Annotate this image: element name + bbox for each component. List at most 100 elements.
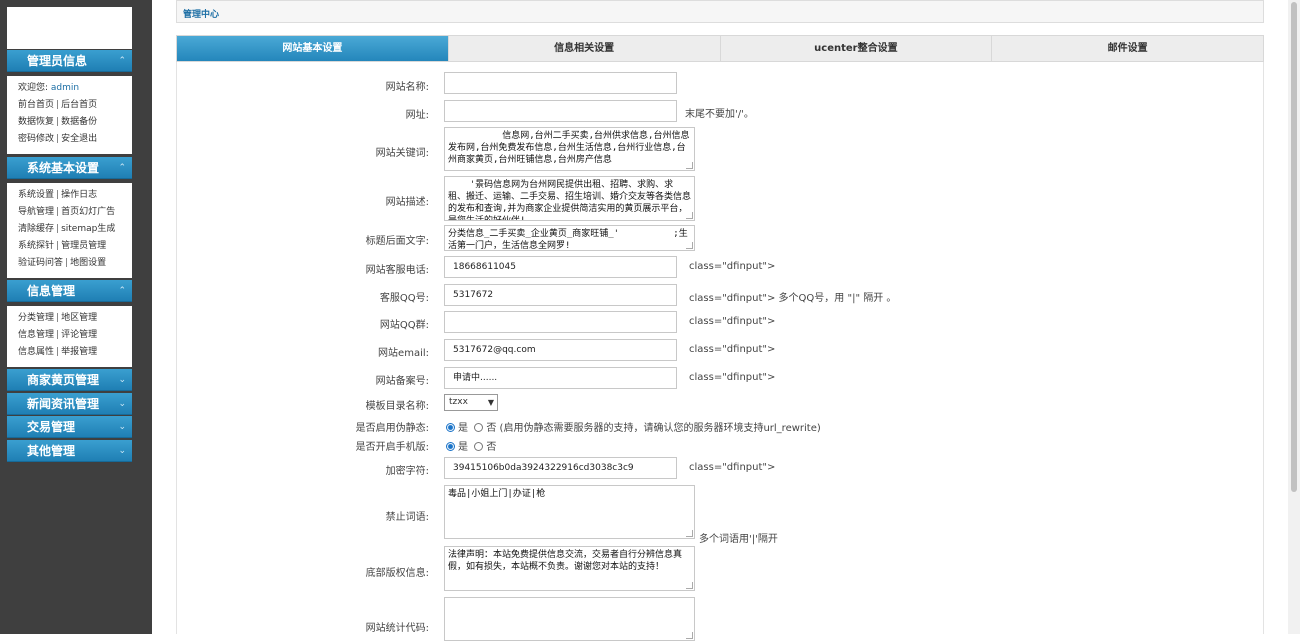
chevron-down-icon: ⌄ xyxy=(118,375,126,385)
sidebar-row: 清除缓存 | sitemap生成 xyxy=(18,221,132,238)
mobile-no-radio[interactable] xyxy=(474,442,484,451)
service-qq-input[interactable]: 5317672 xyxy=(444,284,677,306)
sidebar-link[interactable]: 导航管理 xyxy=(18,207,54,217)
service-qq-hint: class="dfinput"> 多个QQ号，用 "|" 隔开 。 xyxy=(689,293,897,304)
sidebar-link[interactable]: 前台首页 xyxy=(18,100,54,110)
sidebar-link[interactable]: 信息管理 xyxy=(18,330,54,340)
description-textarea[interactable]: '景码信息网为台州网民提供出租、招聘、求购、求租、搬迁、运输、二手交易、招生培训… xyxy=(444,176,695,221)
sidebar-section-body: 系统设置 | 操作日志 导航管理 | 首页幻灯广告 清除缓存 | sitemap生成 系统探针 | 管… xyxy=(7,183,132,278)
encrypt-input[interactable]: 39415106b0da3924322916cd3038c3c9 xyxy=(444,457,677,479)
title-suffix-textarea[interactable]: 分类信息_二手买卖_企业黄页_商家旺铺_' ;生活第一门户，生活信息全网罗! xyxy=(444,225,695,251)
sidebar-link[interactable]: 管理员管理 xyxy=(61,241,106,251)
sidebar-link[interactable]: 分类管理 xyxy=(18,313,54,323)
description-label: 网站描述: xyxy=(385,197,429,208)
icp-input[interactable]: 申请中...... xyxy=(444,367,677,389)
rewrite-label: 是否启用伪静态: xyxy=(355,423,429,434)
tab-ucenter-settings[interactable]: ucenter整合设置 xyxy=(719,36,992,61)
sidebar-link[interactable]: 验证码问答 xyxy=(18,258,63,268)
encrypt-label: 加密字符: xyxy=(385,466,429,477)
keywords-textarea[interactable]: 信息网,台州二手买卖,台州供求信息,台州信息发布网,台州免费发布信息,台州生活信… xyxy=(444,127,695,171)
tab-basic-settings[interactable]: 网站基本设置 xyxy=(177,36,448,61)
site-url-label: 网址: xyxy=(405,110,429,121)
link-separator: | xyxy=(56,117,60,127)
sidebar-link[interactable]: 首页幻灯广告 xyxy=(61,207,115,217)
sidebar-row: 分类管理 | 地区管理 xyxy=(18,310,132,327)
sidebar-link[interactable]: 系统探针 xyxy=(18,241,54,251)
sidebar-row: 数据恢复 | 数据备份 xyxy=(18,114,132,131)
sidebar-link[interactable]: 举报管理 xyxy=(61,347,97,357)
sidebar-section-title: 新闻资讯管理 xyxy=(27,397,100,411)
encrypt-hint: class="dfinput"> xyxy=(689,462,776,473)
keywords-label: 网站关键词: xyxy=(375,148,429,159)
sidebar-link[interactable]: 地图设置 xyxy=(70,258,106,268)
sidebar-section-title: 其他管理 xyxy=(27,444,76,458)
sidebar-link[interactable]: 后台首页 xyxy=(61,100,97,110)
header-bar: 管理中心 xyxy=(176,0,1264,23)
service-phone-input[interactable]: 18668611045 xyxy=(444,256,677,278)
rewrite-yes-label: 是 xyxy=(458,423,468,434)
copyright-textarea[interactable]: 法律声明：本站免费提供信息交流，交易者自行分辨信息真假，如有损失，本站概不负责。… xyxy=(444,546,695,591)
stats-code-textarea[interactable] xyxy=(444,597,695,641)
sidebar-section-other-management[interactable]: 其他管理 ⌄ xyxy=(7,440,132,462)
template-select-value: tzxx xyxy=(449,397,468,407)
icp-label: 网站备案号: xyxy=(375,376,429,387)
chevron-down-icon: ⌄ xyxy=(118,446,126,456)
link-separator: | xyxy=(56,241,60,251)
link-separator: | xyxy=(56,330,60,340)
sidebar-row: 信息属性 | 举报管理 xyxy=(18,344,132,361)
sidebar-section-trade-management[interactable]: 交易管理 ⌄ xyxy=(7,416,132,438)
email-input[interactable]: 5317672@qq.com xyxy=(444,339,677,361)
site-url-hint: 末尾不要加'/'。 xyxy=(685,109,754,120)
sidebar-section-admin-info[interactable]: 管理员信息 ⌃ xyxy=(7,50,132,72)
settings-tabs: 网站基本设置 信息相关设置 ucenter整合设置 邮件设置 xyxy=(176,35,1264,62)
sidebar-row: 系统设置 | 操作日志 xyxy=(18,187,132,204)
site-name-input[interactable] xyxy=(444,72,677,94)
rewrite-radio-group: 是 否 (启用伪静态需要服务器的支持，请确认您的服务器环境支持url_rewri… xyxy=(446,419,821,434)
sidebar-link[interactable]: 清除缓存 xyxy=(18,224,54,234)
sidebar-link[interactable]: 系统设置 xyxy=(18,190,54,200)
main-content: 管理中心 网站基本设置 信息相关设置 ucenter整合设置 邮件设置 网站名称… xyxy=(176,0,1266,641)
chevron-down-icon: ⌄ xyxy=(118,399,126,409)
sidebar-section-news-management[interactable]: 新闻资讯管理 ⌄ xyxy=(7,393,132,415)
sidebar-section-title: 商家黄页管理 xyxy=(27,373,100,387)
rewrite-no-radio[interactable] xyxy=(474,423,484,432)
chevron-up-icon: ⌃ xyxy=(118,163,126,173)
service-phone-hint: class="dfinput"> xyxy=(689,261,776,272)
chevron-up-icon: ⌃ xyxy=(118,286,126,296)
chevron-down-icon: ▼ xyxy=(487,398,494,407)
sidebar-link[interactable]: 信息属性 xyxy=(18,347,54,357)
scrollbar[interactable] xyxy=(1288,0,1300,634)
mobile-yes-radio[interactable] xyxy=(446,442,455,451)
sidebar-section-title: 交易管理 xyxy=(27,420,76,434)
sidebar-link[interactable]: 数据备份 xyxy=(61,117,97,127)
banned-words-textarea[interactable]: 毒品|小姐上门|办证|枪 xyxy=(444,485,695,539)
sidebar-section-info-management[interactable]: 信息管理 ⌃ xyxy=(7,280,132,302)
sidebar-link[interactable]: 地区管理 xyxy=(61,313,97,323)
sidebar-link[interactable]: 安全退出 xyxy=(61,134,97,144)
sidebar-row: 信息管理 | 评论管理 xyxy=(18,327,132,344)
link-separator: | xyxy=(56,134,60,144)
sidebar-row: 系统探针 | 管理员管理 xyxy=(18,238,132,255)
tab-info-settings[interactable]: 信息相关设置 xyxy=(447,36,720,61)
sidebar-link[interactable]: 密码修改 xyxy=(18,134,54,144)
template-select[interactable]: tzxx ▼ xyxy=(444,394,498,411)
link-separator: | xyxy=(56,100,60,110)
page-title: 管理中心 xyxy=(183,10,220,20)
sidebar-link[interactable]: 数据恢复 xyxy=(18,117,54,127)
sidebar-link[interactable]: sitemap生成 xyxy=(61,224,115,234)
tab-mail-settings[interactable]: 邮件设置 xyxy=(991,36,1263,61)
sidebar-row: 导航管理 | 首页幻灯广告 xyxy=(18,204,132,221)
sidebar-section-yellowpages-management[interactable]: 商家黄页管理 ⌄ xyxy=(7,369,132,391)
qq-group-input[interactable] xyxy=(444,311,677,333)
sidebar-link[interactable]: 操作日志 xyxy=(61,190,97,200)
chevron-down-icon: ⌄ xyxy=(118,422,126,432)
mobile-label: 是否开启手机版: xyxy=(355,442,429,453)
rewrite-yes-radio[interactable] xyxy=(446,423,455,432)
sidebar-link[interactable]: 评论管理 xyxy=(61,330,97,340)
logo xyxy=(7,7,132,49)
sidebar-section-system-settings[interactable]: 系统基本设置 ⌃ xyxy=(7,157,132,179)
link-separator: | xyxy=(56,224,60,234)
sidebar-section-body: 欢迎您: admin 前台首页 | 后台首页 数据恢复 | 数据备份 密码修改 | 安全退出 xyxy=(7,76,132,154)
scrollbar-thumb[interactable] xyxy=(1291,2,1297,492)
site-url-input[interactable] xyxy=(444,100,677,122)
